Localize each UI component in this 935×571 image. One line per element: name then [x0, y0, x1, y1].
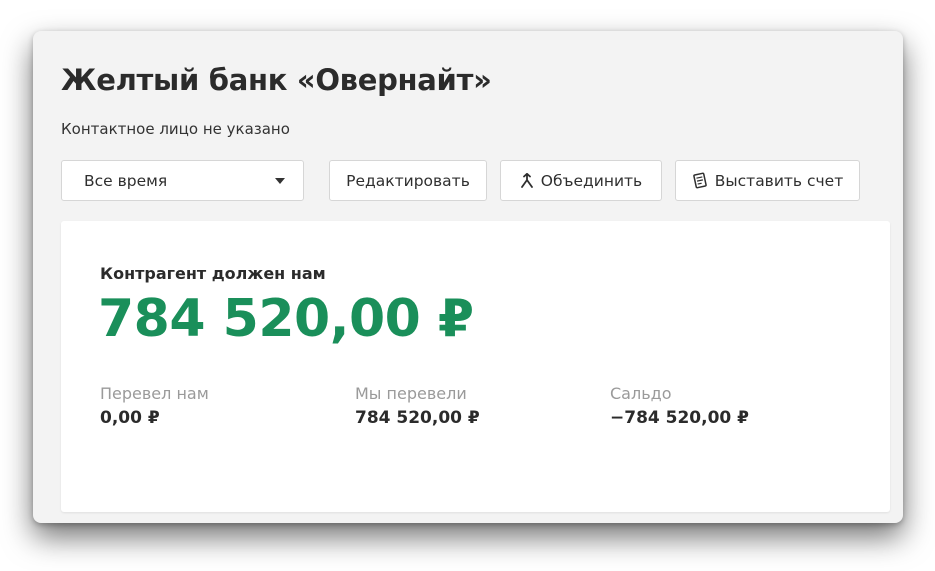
stat-balance: Сальдо −784 520,00 ₽	[610, 384, 749, 428]
edit-button-label: Редактировать	[346, 171, 470, 190]
stat-received-value: 0,00 ₽	[100, 408, 160, 428]
owes-amount: 784 520,00 ₽	[98, 289, 474, 349]
period-select-value: Все время	[84, 171, 168, 190]
balance-card: Контрагент должен нам 784 520,00 ₽ Перев…	[61, 221, 890, 512]
stat-balance-value: −784 520,00 ₽	[610, 408, 749, 428]
issue-invoice-button-label: Выставить счет	[714, 171, 844, 190]
merge-icon	[520, 172, 534, 189]
stat-sent-value: 784 520,00 ₽	[355, 408, 480, 428]
contact-person-text: Контактное лицо не указано	[61, 120, 290, 138]
merge-button-label: Объединить	[540, 171, 643, 190]
chevron-down-icon	[275, 177, 285, 184]
stat-received-label: Перевел нам	[100, 384, 209, 403]
invoice-icon	[692, 172, 708, 189]
counterparty-panel: Желтый банк «Овернайт» Контактное лицо н…	[33, 31, 903, 523]
page-title: Желтый банк «Овернайт»	[61, 63, 492, 97]
stat-sent-label: Мы перевели	[355, 384, 467, 403]
stat-balance-label: Сальдо	[610, 384, 672, 403]
edit-button[interactable]: Редактировать	[329, 160, 487, 201]
stat-sent: Мы перевели 784 520,00 ₽	[355, 384, 480, 428]
stat-received: Перевел нам 0,00 ₽	[100, 384, 209, 428]
owes-label: Контрагент должен нам	[100, 264, 326, 283]
period-select[interactable]: Все время	[61, 160, 304, 201]
issue-invoice-button[interactable]: Выставить счет	[675, 160, 860, 201]
merge-button[interactable]: Объединить	[500, 160, 662, 201]
